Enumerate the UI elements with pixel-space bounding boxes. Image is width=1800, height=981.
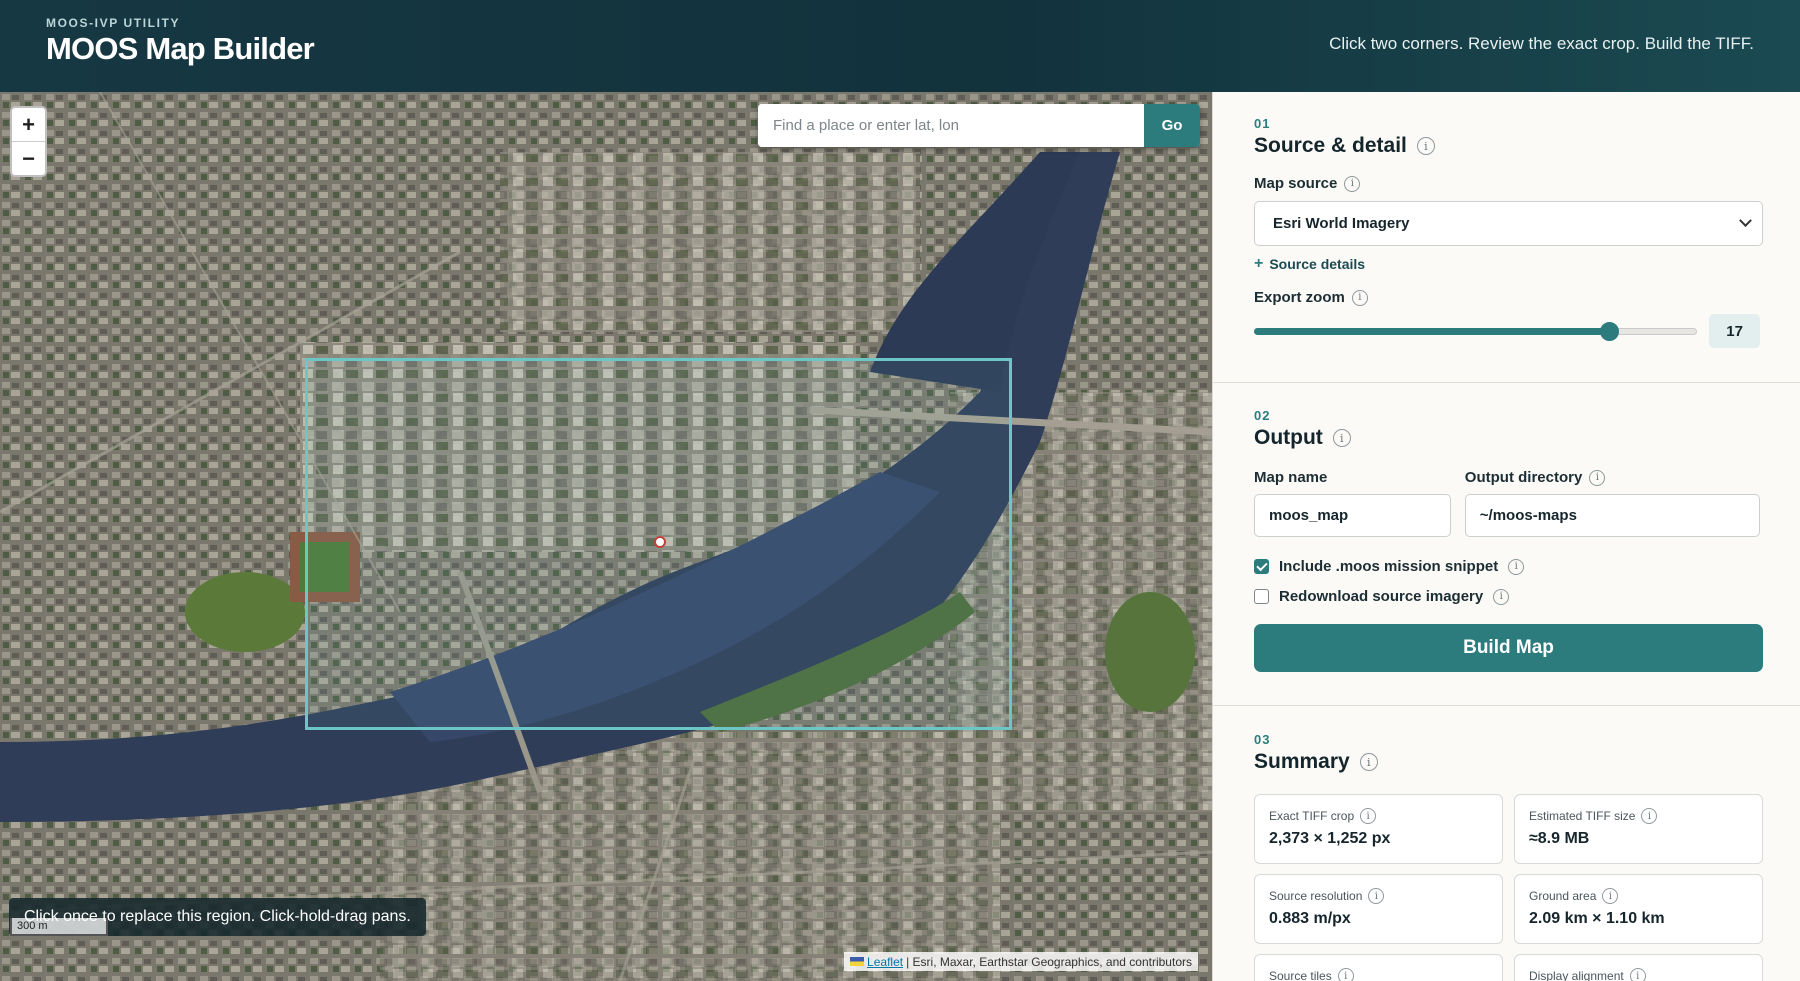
- map-source-label-text: Map source: [1254, 175, 1338, 192]
- info-icon[interactable]: i: [1332, 429, 1351, 447]
- export-zoom-slider[interactable]: [1254, 321, 1698, 341]
- include-snippet-label: Include .moos mission snippet: [1279, 558, 1499, 575]
- card-value: 2,373 × 1,252 px: [1269, 830, 1391, 847]
- output-section: 02 Output i Map name moos_map Output dir…: [1213, 408, 1800, 672]
- build-map-button[interactable]: Build Map: [1254, 624, 1763, 672]
- section-number: 01: [1254, 116, 1271, 131]
- card-label-text: Ground area: [1529, 889, 1597, 903]
- source-details-label: Source details: [1269, 256, 1366, 272]
- info-icon[interactable]: i: [1589, 469, 1606, 486]
- center-marker-icon[interactable]: [654, 536, 666, 548]
- source-title: Source & detail: [1254, 134, 1407, 157]
- export-zoom-label-text: Export zoom: [1254, 289, 1345, 306]
- card-label-text: Exact TIFF crop: [1269, 809, 1355, 823]
- card-label: Exact TIFF crop i: [1269, 808, 1488, 824]
- map-source-select[interactable]: Esri World Imagery: [1254, 201, 1763, 246]
- info-icon[interactable]: i: [1641, 808, 1658, 824]
- source-details-toggle[interactable]: + Source details: [1254, 255, 1760, 273]
- card-value: ≈8.9 MB: [1529, 830, 1590, 847]
- location-search-input[interactable]: [758, 104, 1144, 147]
- divider: [1213, 705, 1800, 706]
- go-button[interactable]: Go: [1144, 104, 1200, 147]
- flag-icon: [850, 957, 865, 966]
- info-icon[interactable]: i: [1508, 558, 1525, 575]
- export-zoom-label: Export zoom i: [1254, 289, 1760, 306]
- card-label-text: Source resolution: [1269, 889, 1363, 903]
- include-snippet-checkbox[interactable]: [1254, 559, 1269, 574]
- info-icon[interactable]: i: [1344, 175, 1361, 192]
- info-icon[interactable]: i: [1368, 888, 1385, 904]
- app-eyebrow: MOOS-IVP UTILITY: [46, 16, 181, 30]
- card-value: 0.883 m/px: [1269, 910, 1351, 927]
- divider: [1213, 382, 1800, 383]
- output-title: Output: [1254, 426, 1323, 449]
- export-zoom-row: 17: [1254, 314, 1760, 348]
- summary-card-display-alignment: Display alignment i: [1514, 954, 1763, 981]
- map-name-input[interactable]: moos_map: [1254, 494, 1451, 537]
- card-label: Estimated TIFF size i: [1529, 808, 1748, 824]
- info-icon[interactable]: i: [1351, 289, 1368, 306]
- source-section: 01 Source & detail i Map source i Esri W…: [1213, 116, 1800, 348]
- zoom-in-button[interactable]: +: [12, 108, 45, 142]
- info-icon[interactable]: i: [1629, 968, 1646, 981]
- info-icon[interactable]: i: [1493, 588, 1510, 605]
- card-label: Ground area i: [1529, 888, 1748, 904]
- export-zoom-value: 17: [1709, 314, 1760, 348]
- info-icon[interactable]: i: [1359, 753, 1378, 771]
- map-source-value: Esri World Imagery: [1273, 215, 1410, 232]
- card-label: Source resolution i: [1269, 888, 1488, 904]
- redownload-row[interactable]: Redownload source imagery i: [1254, 588, 1760, 605]
- map-name-group: Map name moos_map: [1254, 469, 1451, 537]
- output-directory-label-text: Output directory: [1464, 469, 1583, 486]
- zoom-control: + −: [10, 106, 47, 177]
- leaflet-link[interactable]: Leaflet: [867, 955, 903, 969]
- summary-card-tiff-crop: Exact TIFF crop i 2,373 × 1,252 px: [1254, 794, 1503, 864]
- card-label-text: Source tiles: [1269, 969, 1332, 981]
- section-title: Source & detail i: [1254, 134, 1760, 158]
- card-label-text: Estimated TIFF size: [1529, 809, 1636, 823]
- zoom-out-button[interactable]: −: [12, 142, 45, 175]
- summary-card-source-resolution: Source resolution i 0.883 m/px: [1254, 874, 1503, 944]
- info-icon[interactable]: i: [1602, 888, 1619, 904]
- section-number: 03: [1254, 732, 1271, 747]
- card-label: Source tiles i: [1269, 968, 1488, 981]
- app-header: MOOS-IVP UTILITY MOOS Map Builder Click …: [0, 0, 1800, 92]
- summary-title: Summary: [1254, 750, 1350, 773]
- output-directory-group: Output directory i ~/moos-maps: [1464, 469, 1760, 537]
- card-value: 2.09 km × 1.10 km: [1529, 910, 1665, 927]
- map-view[interactable]: + − Go Click once to replace this region…: [0, 92, 1212, 981]
- scale-bar: 300 m: [10, 918, 108, 936]
- map-source-label: Map source i: [1254, 175, 1760, 192]
- header-tagline: Click two corners. Review the exact crop…: [1329, 34, 1754, 53]
- summary-card-source-tiles: Source tiles i: [1254, 954, 1503, 981]
- section-title: Output i: [1254, 426, 1760, 450]
- map-name-label: Map name: [1254, 469, 1328, 486]
- summary-card-ground-area: Ground area i 2.09 km × 1.10 km: [1514, 874, 1763, 944]
- redownload-checkbox[interactable]: [1254, 589, 1269, 604]
- map-attribution: Leaflet | Esri, Maxar, Earthstar Geograp…: [844, 952, 1198, 971]
- include-snippet-row[interactable]: Include .moos mission snippet i: [1254, 558, 1760, 575]
- info-icon[interactable]: i: [1360, 808, 1377, 824]
- info-icon[interactable]: i: [1337, 968, 1354, 981]
- output-directory-label: Output directory i: [1465, 469, 1760, 486]
- settings-panel: 01 Source & detail i Map source i Esri W…: [1212, 92, 1800, 981]
- output-directory-input[interactable]: ~/moos-maps: [1464, 494, 1760, 537]
- redownload-label: Redownload source imagery: [1279, 588, 1484, 605]
- summary-card-tiff-size: Estimated TIFF size i ≈8.9 MB: [1514, 794, 1763, 864]
- section-number: 02: [1254, 408, 1271, 423]
- attribution-text: | Esri, Maxar, Earthstar Geographics, an…: [906, 954, 1192, 969]
- info-icon[interactable]: i: [1416, 137, 1435, 155]
- chevron-down-icon: [1739, 214, 1752, 228]
- summary-section: 03 Summary i: [1213, 732, 1800, 774]
- location-search: Go: [758, 104, 1200, 147]
- slider-fill: [1254, 328, 1609, 335]
- card-label-text: Display alignment: [1529, 969, 1624, 981]
- slider-thumb[interactable]: [1599, 322, 1619, 341]
- section-title: Summary i: [1254, 750, 1760, 774]
- card-label: Display alignment i: [1529, 968, 1748, 981]
- plus-icon: +: [1254, 255, 1264, 272]
- output-fields: Map name moos_map Output directory i ~/m…: [1254, 469, 1760, 537]
- app-title: MOOS Map Builder: [46, 31, 315, 66]
